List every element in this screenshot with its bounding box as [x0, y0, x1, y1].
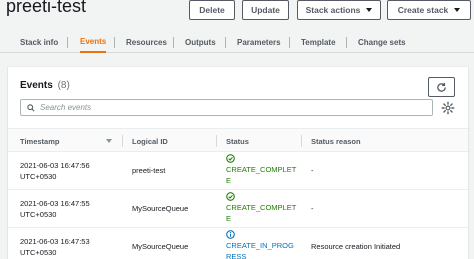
events-panel: Events (8) Timestamp Logical ID Status S… — [8, 66, 468, 259]
refresh-icon — [437, 82, 446, 92]
stack-actions-label: Stack actions — [305, 5, 361, 15]
table-row: 2021-06-03 16:47:56 UTC+0530 preeti-test… — [8, 152, 468, 190]
column-divider[interactable] — [122, 135, 123, 147]
events-title: Events — [20, 80, 53, 91]
update-button-label: Update — [251, 5, 280, 15]
tab-resources[interactable]: Resources — [126, 31, 167, 53]
column-header-timestamp[interactable]: Timestamp — [20, 129, 59, 153]
status-text: CREATE_COMPLETE — [226, 165, 297, 185]
delete-button-label: Delete — [199, 5, 225, 15]
column-divider[interactable] — [216, 135, 217, 147]
events-count: (8) — [57, 80, 70, 91]
tab-divider — [289, 37, 290, 48]
logical-id-cell: preeti-test — [132, 166, 166, 175]
timestamp-cell: 2021-06-03 16:47:56 UTC+0530 — [20, 161, 90, 181]
gear-icon[interactable] — [441, 101, 455, 115]
stack-name-title: preeti-test — [6, 0, 87, 16]
tab-divider — [346, 37, 347, 48]
status-cell: CREATE_IN_PROGRESS — [226, 230, 298, 259]
column-header-status[interactable]: Status — [226, 129, 249, 153]
events-table-header: Timestamp Logical ID Status Status reaso… — [8, 128, 468, 152]
create-stack-label: Create stack — [397, 5, 449, 15]
tab-divider — [114, 37, 115, 48]
check-circle-icon — [226, 154, 235, 163]
tab-divider — [225, 37, 226, 48]
timestamp-cell: 2021-06-03 16:47:53 UTC+0530 — [20, 237, 90, 257]
logical-id-cell: MySourceQueue — [132, 204, 189, 213]
check-circle-icon — [226, 192, 235, 201]
stack-header: preeti-test Delete Update Stack actions … — [0, 0, 474, 24]
refresh-button[interactable] — [428, 77, 455, 97]
status-reason-cell: - — [311, 166, 314, 175]
status-cell: CREATE_COMPLETE — [226, 154, 298, 186]
status-cell: CREATE_COMPLETE — [226, 192, 298, 224]
stack-tabs: Stack info Events Resources Outputs Para… — [0, 31, 474, 53]
status-text: CREATE_IN_PROGRESS — [226, 241, 294, 259]
tab-outputs[interactable]: Outputs — [185, 31, 216, 53]
info-circle-icon — [226, 230, 235, 239]
search-events-input[interactable] — [40, 103, 420, 112]
tab-change-sets[interactable]: Change sets — [358, 31, 406, 53]
status-reason-cell: - — [311, 204, 314, 213]
table-row: 2021-06-03 16:47:55 UTC+0530 MySourceQue… — [8, 190, 468, 228]
delete-button[interactable]: Delete — [189, 0, 235, 20]
tab-divider — [173, 37, 174, 48]
caret-down-icon — [366, 8, 373, 12]
tab-divider — [67, 37, 68, 48]
status-reason-cell: Resource creation Initiated — [311, 242, 401, 251]
tab-parameters[interactable]: Parameters — [237, 31, 281, 53]
column-header-logical-id[interactable]: Logical ID — [132, 129, 168, 153]
timestamp-cell: 2021-06-03 16:47:55 UTC+0530 — [20, 199, 90, 219]
caret-down-icon — [454, 8, 461, 12]
tab-events[interactable]: Events — [80, 31, 107, 53]
sort-caret-icon[interactable] — [106, 139, 112, 143]
events-heading: Events (8) — [20, 80, 70, 91]
column-header-status-reason[interactable]: Status reason — [311, 129, 361, 153]
search-box — [20, 99, 433, 116]
status-text: CREATE_COMPLETE — [226, 203, 297, 223]
create-stack-button[interactable]: Create stack — [387, 0, 471, 20]
update-button[interactable]: Update — [242, 0, 289, 20]
tab-template[interactable]: Template — [301, 31, 336, 53]
table-row: 2021-06-03 16:47:53 UTC+0530 MySourceQue… — [8, 228, 468, 259]
stack-actions-button[interactable]: Stack actions — [297, 0, 381, 20]
search-icon — [27, 103, 35, 112]
tab-stack-info[interactable]: Stack info — [20, 31, 58, 53]
logical-id-cell: MySourceQueue — [132, 242, 189, 251]
column-divider[interactable] — [301, 135, 302, 147]
